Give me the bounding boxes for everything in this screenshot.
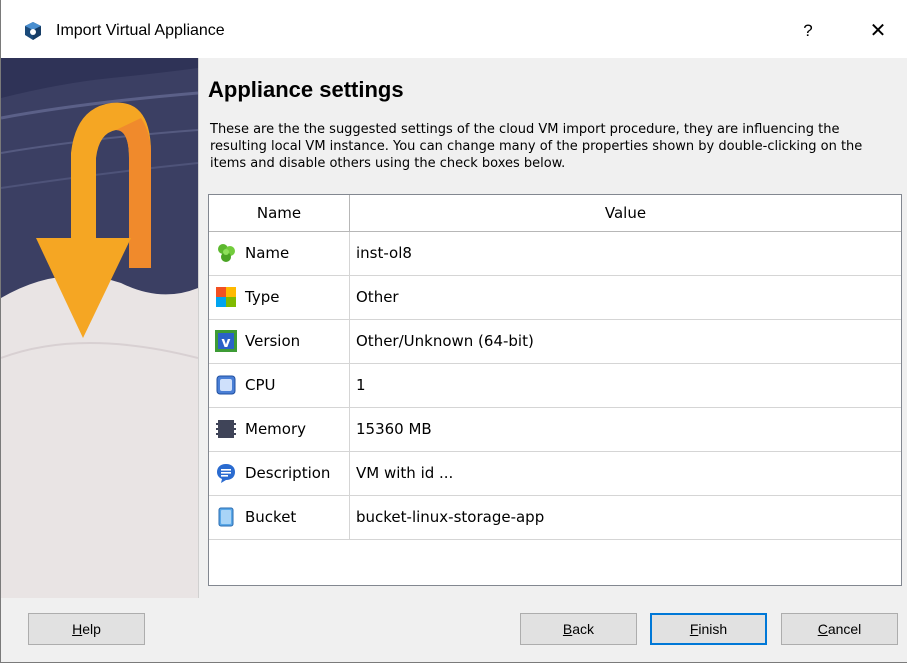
cpu-icon bbox=[216, 375, 236, 395]
context-help-button[interactable]: ? bbox=[793, 16, 823, 46]
back-button[interactable]: Back bbox=[520, 613, 637, 645]
name-cell: CPU bbox=[209, 364, 350, 407]
table-row[interactable]: v Version Other/Unknown (64-bit) bbox=[209, 320, 901, 364]
row-value[interactable]: bucket-linux-storage-app bbox=[356, 496, 544, 539]
name-cell: Type bbox=[209, 276, 350, 319]
row-value[interactable]: Other bbox=[356, 276, 399, 319]
virtualbox-app-icon bbox=[25, 22, 41, 40]
table-row[interactable]: Name inst-ol8 bbox=[209, 232, 901, 276]
page-heading: Appliance settings bbox=[208, 77, 404, 102]
row-label: CPU bbox=[245, 376, 276, 394]
row-value[interactable]: inst-ol8 bbox=[356, 232, 412, 275]
table-row[interactable]: CPU 1 bbox=[209, 364, 901, 408]
name-cell: Bucket bbox=[209, 496, 350, 539]
description-icon bbox=[217, 464, 235, 483]
svg-text:v: v bbox=[221, 335, 230, 351]
row-label: Memory bbox=[245, 420, 307, 438]
close-button[interactable]: ✕ bbox=[863, 16, 893, 46]
row-label: Bucket bbox=[245, 508, 297, 526]
row-value[interactable]: Other/Unknown (64-bit) bbox=[356, 320, 534, 363]
appliance-settings-table[interactable]: Name Value Name inst-ol8 Type Other v Ve… bbox=[208, 194, 902, 586]
wizard-arrow-illustration bbox=[1, 58, 198, 598]
column-header-value[interactable]: Value bbox=[350, 195, 901, 231]
row-value[interactable]: VM with id ... bbox=[356, 452, 453, 495]
window-title: Import Virtual Appliance bbox=[56, 22, 225, 39]
row-label: Version bbox=[245, 332, 301, 350]
cancel-button[interactable]: Cancel bbox=[781, 613, 898, 645]
wizard-page: Appliance settings These are the the sug… bbox=[200, 58, 907, 598]
finish-button[interactable]: Finish bbox=[650, 613, 767, 645]
name-cell: Name bbox=[209, 232, 350, 275]
row-value[interactable]: 15360 MB bbox=[356, 408, 432, 451]
bucket-icon bbox=[218, 507, 234, 527]
table-header: Name Value bbox=[209, 195, 901, 232]
os-type-icon bbox=[216, 287, 236, 307]
row-label: Type bbox=[245, 288, 280, 306]
row-value[interactable]: 1 bbox=[356, 364, 366, 407]
name-cell: Memory bbox=[209, 408, 350, 451]
table-row[interactable]: Type Other bbox=[209, 276, 901, 320]
name-icon bbox=[218, 244, 235, 262]
button-bar: Help Back Finish Cancel bbox=[1, 598, 907, 662]
wizard-side-image bbox=[1, 58, 199, 598]
name-cell: v Version bbox=[209, 320, 350, 363]
column-header-name[interactable]: Name bbox=[209, 195, 350, 231]
version-icon: v bbox=[215, 330, 237, 352]
title-bar: Import Virtual Appliance ? ✕ bbox=[1, 0, 907, 58]
memory-icon bbox=[216, 420, 236, 438]
help-button[interactable]: Help bbox=[28, 613, 145, 645]
row-label: Description bbox=[245, 464, 331, 482]
import-appliance-dialog: Import Virtual Appliance ? ✕ Appliance s… bbox=[0, 0, 907, 663]
row-label: Name bbox=[245, 244, 290, 262]
page-description: These are the the suggested settings of … bbox=[210, 122, 863, 171]
table-row[interactable]: Bucket bucket-linux-storage-app bbox=[209, 496, 901, 540]
table-row[interactable]: Memory 15360 MB bbox=[209, 408, 901, 452]
table-row[interactable]: Description VM with id ... bbox=[209, 452, 901, 496]
name-cell: Description bbox=[209, 452, 350, 495]
